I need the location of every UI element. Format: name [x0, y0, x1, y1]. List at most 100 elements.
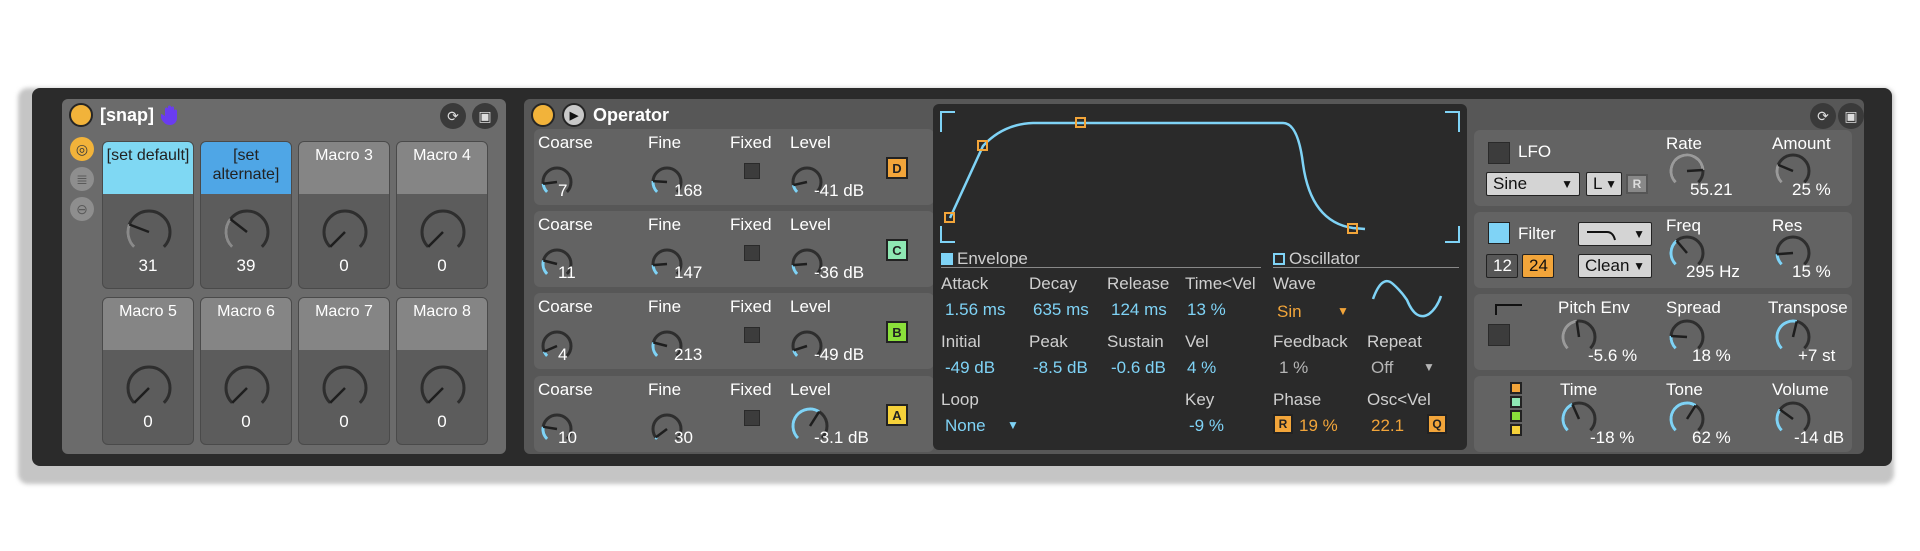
operator-d-button[interactable]: D	[886, 157, 908, 179]
quantize-button[interactable]: Q	[1427, 414, 1447, 434]
macro-label[interactable]: Macro 3	[299, 142, 389, 194]
device-activator-button[interactable]	[531, 103, 555, 127]
macro-view-icon[interactable]: ◎	[70, 137, 94, 161]
macro-knob[interactable]	[321, 208, 369, 256]
repeat-value[interactable]: Off	[1371, 358, 1393, 378]
macro-label[interactable]: Macro 7	[299, 298, 389, 350]
fine-value[interactable]: 147	[674, 263, 702, 283]
fine-value[interactable]: 168	[674, 181, 702, 201]
macro-2[interactable]: [set alternate] 39	[200, 141, 292, 289]
rate-knob[interactable]	[1668, 152, 1706, 190]
coarse-knob[interactable]	[540, 165, 574, 199]
macro-knob[interactable]	[223, 208, 271, 256]
operator-a-button[interactable]: A	[886, 404, 908, 426]
filter-toggle[interactable]	[1488, 222, 1510, 244]
macro-label[interactable]: [set alternate]	[201, 142, 291, 194]
macro-8[interactable]: Macro 8 0	[396, 297, 488, 445]
level-value[interactable]: -36 dB	[814, 263, 864, 283]
oscillator-tab[interactable]: Oscillator	[1273, 249, 1360, 269]
phase-retrigger-button[interactable]: R	[1273, 414, 1293, 434]
macro-7[interactable]: Macro 7 0	[298, 297, 390, 445]
loop-dropdown-icon[interactable]: ▼	[1007, 418, 1019, 432]
filter-circuit-dropdown[interactable]: Clean ▼	[1578, 254, 1652, 278]
time-vel-value[interactable]: 13 %	[1187, 300, 1226, 320]
lfo-toggle[interactable]	[1488, 142, 1510, 164]
preview-play-icon[interactable]: ▶	[562, 103, 586, 127]
filter-type-dropdown[interactable]: ▼	[1578, 222, 1652, 246]
fixed-toggle[interactable]	[744, 327, 760, 343]
attack-value[interactable]: 1.56 ms	[945, 300, 1005, 320]
feedback-value[interactable]: 1 %	[1279, 358, 1308, 378]
hot-swap-icon[interactable]: ⟳	[1810, 103, 1836, 129]
macro-1[interactable]: [set default] 31	[102, 141, 194, 289]
slope-24-button[interactable]: 24	[1522, 254, 1554, 278]
fixed-toggle[interactable]	[744, 163, 760, 179]
key-value[interactable]: -9 %	[1189, 416, 1224, 436]
coarse-value[interactable]: 10	[558, 428, 577, 448]
level-value[interactable]: -41 dB	[814, 181, 864, 201]
fixed-toggle[interactable]	[744, 410, 760, 426]
sustain-value[interactable]: -0.6 dB	[1111, 358, 1166, 378]
lfo-retrigger-button[interactable]: R	[1626, 174, 1648, 194]
transpose-knob[interactable]	[1774, 318, 1812, 356]
amount-knob[interactable]	[1774, 152, 1812, 190]
fine-value[interactable]: 30	[674, 428, 693, 448]
coarse-value[interactable]: 7	[558, 181, 567, 201]
macro-3[interactable]: Macro 3 0	[298, 141, 390, 289]
time-knob[interactable]	[1560, 400, 1598, 438]
macro-knob[interactable]	[321, 364, 369, 412]
coarse-knob[interactable]	[540, 329, 574, 363]
initial-value[interactable]: -49 dB	[945, 358, 995, 378]
macro-label[interactable]: Macro 8	[397, 298, 487, 350]
release-value[interactable]: 124 ms	[1111, 300, 1167, 320]
operator-c-button[interactable]: C	[886, 239, 908, 261]
macro-4[interactable]: Macro 4 0	[396, 141, 488, 289]
vel-value[interactable]: 4 %	[1187, 358, 1216, 378]
coarse-value[interactable]: 11	[558, 263, 576, 283]
pitch-env-knob[interactable]	[1560, 318, 1598, 356]
freq-knob[interactable]	[1668, 234, 1706, 272]
slope-12-button[interactable]: 12	[1486, 254, 1518, 278]
fine-value[interactable]: 213	[674, 345, 702, 365]
hot-swap-icon[interactable]: ⟳	[440, 103, 466, 129]
envelope-tab[interactable]: Envelope	[941, 249, 1028, 269]
macro-label[interactable]: Macro 5	[103, 298, 193, 350]
macro-label[interactable]: Macro 4	[397, 142, 487, 194]
macro-knob[interactable]	[223, 364, 271, 412]
level-value[interactable]: -3.1 dB	[814, 428, 869, 448]
macro-label[interactable]: [set default]	[103, 142, 193, 194]
macro-5[interactable]: Macro 5 0	[102, 297, 194, 445]
res-knob[interactable]	[1774, 234, 1812, 272]
drum-pad-icon[interactable]: ⊖	[70, 197, 94, 221]
envelope-graph[interactable]	[933, 104, 1467, 254]
chain-list-icon[interactable]: ≣	[70, 167, 94, 191]
wave-value[interactable]: Sin	[1277, 302, 1302, 322]
macro-knob[interactable]	[125, 208, 173, 256]
lfo-dest-dropdown[interactable]: L ▼	[1586, 172, 1622, 196]
save-preset-icon[interactable]: ▣	[472, 103, 498, 129]
decay-value[interactable]: 635 ms	[1033, 300, 1089, 320]
save-preset-icon[interactable]: ▣	[1838, 103, 1864, 129]
macro-label[interactable]: Macro 6	[201, 298, 291, 350]
pitch-env-toggle[interactable]	[1488, 324, 1510, 346]
phase-value[interactable]: 19 %	[1299, 416, 1338, 436]
tone-knob[interactable]	[1668, 400, 1706, 438]
lfo-wave-dropdown[interactable]: Sine ▼	[1486, 172, 1580, 196]
volume-knob[interactable]	[1774, 400, 1812, 438]
loop-value[interactable]: None	[945, 416, 986, 436]
level-value[interactable]: -49 dB	[814, 345, 864, 365]
coarse-value[interactable]: 4	[558, 345, 567, 365]
operator-b-button[interactable]: B	[886, 321, 908, 343]
osc-vel-value[interactable]: 22.1	[1371, 416, 1404, 436]
oscillator-toggle[interactable]	[1273, 253, 1285, 265]
macro-6[interactable]: Macro 6 0	[200, 297, 292, 445]
fixed-toggle[interactable]	[744, 245, 760, 261]
macro-knob[interactable]	[125, 364, 173, 412]
envelope-toggle[interactable]	[941, 253, 953, 265]
wave-dropdown-icon[interactable]: ▼	[1337, 304, 1349, 318]
spread-knob[interactable]	[1668, 318, 1706, 356]
device-activator-button[interactable]	[69, 103, 93, 127]
peak-value[interactable]: -8.5 dB	[1033, 358, 1088, 378]
macro-knob[interactable]	[419, 208, 467, 256]
repeat-dropdown-icon[interactable]: ▼	[1423, 360, 1435, 374]
